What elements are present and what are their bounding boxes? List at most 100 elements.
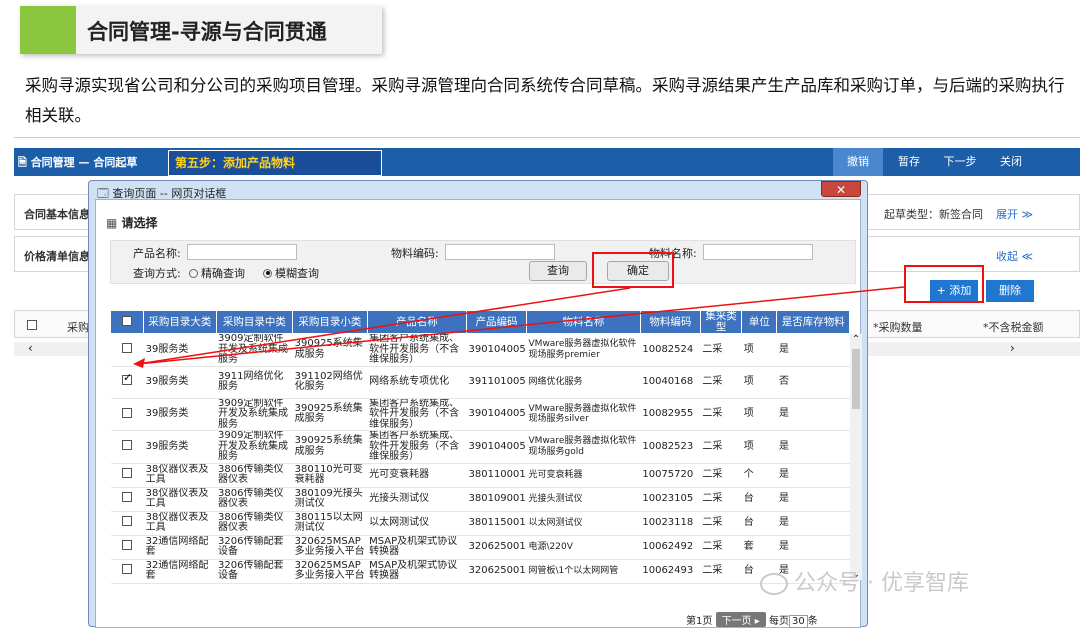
exact-query-label: 精确查询 <box>201 267 245 280</box>
confirm-highlight <box>592 252 674 288</box>
table-cell: 3206传输配套设备 <box>216 535 293 560</box>
row-checkbox[interactable] <box>122 564 133 575</box>
material-code-input[interactable] <box>445 244 555 260</box>
next-step-button[interactable]: 下一步 <box>935 148 985 176</box>
col-header[interactable]: 集采类型 <box>699 310 743 334</box>
row-checkbox-cell <box>110 559 144 584</box>
table-cell: 台 <box>741 511 777 536</box>
table-cell: 是 <box>776 463 850 488</box>
row-checkbox[interactable] <box>122 343 133 353</box>
table-cell: 是 <box>776 430 850 464</box>
table-row[interactable]: 38仪器仪表及工具 3806传输类仪器仪表 380109光接头测试仪 光接头测试仪 38… <box>110 487 850 512</box>
col-header[interactable]: 采购目录大类 <box>143 310 217 334</box>
table-cell: 3806传输类仪器仪表 <box>216 511 293 536</box>
table-header-row: 采购目录大类 采购目录中类 采购目录小类 产品名称 产品编码 物料名称 物料编码… <box>109 310 850 334</box>
table-cell: MSAP及机架式协议转换器 <box>367 535 467 560</box>
table-row[interactable]: 39服务类 3909定制软件开发及系统集成服务 390925系统集成服务 集团客户系统… <box>110 430 850 464</box>
row-checkbox[interactable] <box>122 540 133 551</box>
table-cell: 320625MSAP多业务接入平台 <box>292 559 368 584</box>
table-cell: 10082523 <box>640 430 701 464</box>
scroll-left-icon[interactable]: ‹ <box>28 341 33 355</box>
table-cell: 391101005 <box>466 366 527 399</box>
table-cell: 二采 <box>700 430 742 464</box>
table-cell: 集团客户系统集成、软件开发服务（不含维保服务） <box>367 333 467 367</box>
close-button[interactable]: 关闭 <box>989 148 1033 176</box>
save-draft-button[interactable]: 暂存 <box>887 148 931 176</box>
table-row[interactable]: 38仪器仪表及工具 3806传输类仪器仪表 380110光可变衰耗器 光可变衰耗器 38… <box>110 463 850 488</box>
col-header[interactable]: 采购目录中类 <box>215 310 294 334</box>
row-checkbox[interactable] <box>122 407 133 418</box>
table-row[interactable]: 32通信网络配套 3206传输配套设备 320625MSAP多业务接入平台 MSAP及… <box>110 559 850 584</box>
row-checkbox[interactable] <box>122 516 133 527</box>
select-all-rows-checkbox[interactable] <box>122 315 133 326</box>
select-all-checkbox[interactable] <box>27 320 37 330</box>
table-cell: 10040168 <box>640 366 701 399</box>
product-name-label: 产品名称: <box>133 247 181 260</box>
table-row[interactable]: 39服务类 3909定制软件开发及系统集成服务 390925系统集成服务 集团客户系统… <box>110 333 850 367</box>
dialog-heading-text: 请选择 <box>121 216 158 230</box>
row-checkbox[interactable] <box>122 440 133 450</box>
table-cell: 项 <box>741 430 777 464</box>
fuzzy-query-radio[interactable]: 模糊查询 <box>263 265 319 281</box>
table-cell: 以太网测试仪 <box>526 511 641 536</box>
per-page-input[interactable]: 30 <box>788 615 808 628</box>
table-cell: 集团客户系统集成、软件开发服务（不含维保服务） <box>367 430 467 464</box>
col-header[interactable]: 产品名称 <box>366 310 468 334</box>
dialog-body: ▦ 请选择 产品名称: 物料编码: 物料名称: 查询方式: 精确查询 模糊查询 … <box>95 199 862 628</box>
table-row[interactable]: 39服务类3911网络优化服务391102网络优化服务网络系统专项优化39110… <box>110 366 850 399</box>
table-cell: 网络系统专项优化 <box>367 366 467 399</box>
table-cell: 380109001 <box>466 487 527 512</box>
table-cell: 二采 <box>700 535 742 560</box>
breadcrumb: 🗎 合同管理 — 合同起草 <box>18 156 138 169</box>
table-cell: 光可变衰耗器 <box>367 463 467 488</box>
vertical-scrollbar[interactable]: ⌃ ⌄ <box>850 334 862 580</box>
col-header[interactable]: 是否库存物料 <box>776 310 850 334</box>
delete-button[interactable]: 删除 <box>986 280 1034 302</box>
dialog-close-button[interactable]: ✕ <box>821 181 861 197</box>
col-header[interactable]: 物料编码 <box>639 310 701 334</box>
row-checkbox[interactable] <box>122 373 132 386</box>
row-checkbox[interactable] <box>122 468 133 479</box>
table-cell: 38仪器仪表及工具 <box>143 463 217 488</box>
scroll-up-icon[interactable]: ⌃ <box>850 334 862 345</box>
cancel-button[interactable]: 撤销 <box>833 148 883 176</box>
table-cell: 否 <box>776 366 850 399</box>
draft-type: 起草类型：新签合同 <box>884 208 983 221</box>
table-row[interactable]: 38仪器仪表及工具 3806传输类仪器仪表 380115以太网测试仪 以太网测试仪 38… <box>110 511 850 536</box>
row-checkbox[interactable] <box>122 492 133 503</box>
title-accent <box>20 6 76 54</box>
table-cell: 10023118 <box>640 511 701 536</box>
collapse-link[interactable]: 收起 ≪ <box>996 248 1033 264</box>
table-cell: 光接头测试仪 <box>367 487 467 512</box>
table-cell: 光接头测试仪 <box>526 487 641 512</box>
exact-query-radio[interactable]: 精确查询 <box>189 265 245 281</box>
dialog-heading: ▦ 请选择 <box>106 214 158 231</box>
query-button[interactable]: 查询 <box>529 261 587 281</box>
expand-link[interactable]: 展开 ≫ <box>996 206 1033 222</box>
section-price-label: 价格清单信息 <box>24 250 90 263</box>
table-cell: 台 <box>741 487 777 512</box>
next-page-button[interactable]: 下一页 ▸ <box>715 612 766 627</box>
table-row[interactable]: 32通信网络配套 3206传输配套设备 320625MSAP多业务接入平台 MSAP及… <box>110 535 850 560</box>
table-cell: 项 <box>741 398 777 431</box>
row-checkbox-cell <box>110 463 144 488</box>
table-cell: 集团客户系统集成、软件开发服务（不含维保服务） <box>367 398 467 431</box>
product-name-input[interactable] <box>187 244 297 260</box>
scroll-thumb[interactable] <box>852 349 860 409</box>
table-cell: 10082955 <box>640 398 701 431</box>
col-header[interactable]: 产品编码 <box>465 310 528 334</box>
table-row[interactable]: 39服务类 3909定制软件开发及系统集成服务 390925系统集成服务 集团客户系统… <box>110 398 850 431</box>
scroll-right-icon[interactable]: › <box>1010 341 1015 355</box>
search-form: 产品名称: 物料编码: 物料名称: 查询方式: 精确查询 模糊查询 查询 确定 <box>110 240 856 284</box>
material-name-input[interactable] <box>703 244 813 260</box>
table-cell: 380115001 <box>466 511 527 536</box>
table-cell: 二采 <box>700 333 742 367</box>
section-basic-label: 合同基本信息 <box>24 208 90 221</box>
table-cell: 以太网测试仪 <box>367 511 467 536</box>
table-cell: 380115以太网测试仪 <box>292 511 368 536</box>
col-header[interactable]: 物料名称 <box>526 310 641 334</box>
col-header[interactable]: 采购目录小类 <box>292 310 368 334</box>
col-header[interactable]: 单位 <box>741 310 778 334</box>
table-cell: 是 <box>776 398 850 431</box>
table-cell: 是 <box>776 511 850 536</box>
